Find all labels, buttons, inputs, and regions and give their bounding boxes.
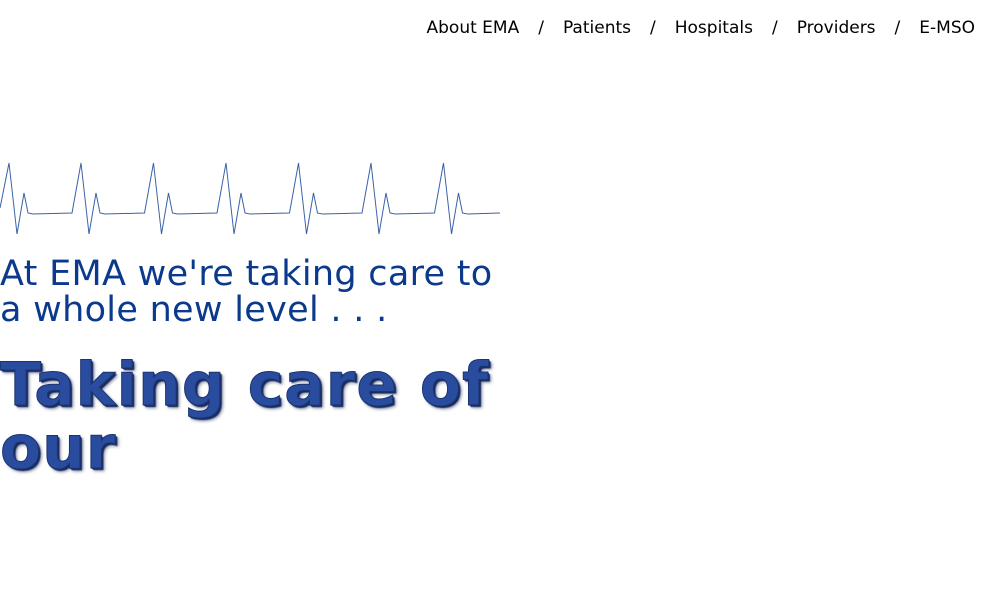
nav-link-providers[interactable]: Providers: [797, 17, 876, 39]
nav-separator: /: [771, 18, 778, 38]
top-nav: About EMA / Patients / Hospitals / Provi…: [427, 17, 976, 39]
ecg-line-icon: [0, 162, 500, 235]
nav-link-about-ema[interactable]: About EMA: [427, 17, 520, 39]
nav-separator: /: [894, 18, 901, 38]
hero-tagline: At EMA we're taking care to a whole new …: [0, 254, 493, 330]
nav-separator: /: [538, 18, 544, 38]
nav-link-patients[interactable]: Patients: [563, 17, 631, 39]
nav-separator: /: [650, 18, 656, 38]
nav-link-hospitals[interactable]: Hospitals: [675, 17, 753, 39]
hero-headline: Taking care of our: [0, 350, 490, 483]
nav-link-e-mso[interactable]: E-MSO: [919, 17, 975, 39]
